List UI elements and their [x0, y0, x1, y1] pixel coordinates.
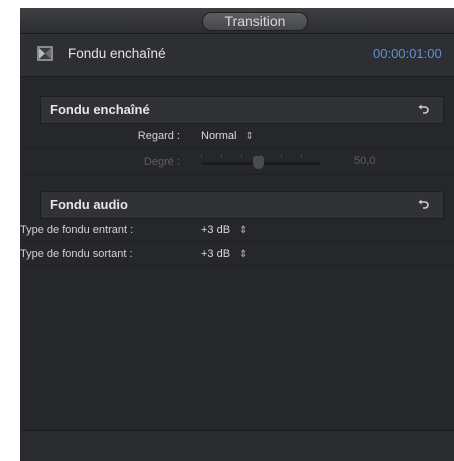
- slider-tick: [301, 155, 302, 158]
- up-down-arrows-icon: ⇕: [239, 249, 248, 260]
- section-header-fondu-audio[interactable]: Fondu audio: [40, 191, 444, 219]
- regard-label: Regard :: [137, 130, 180, 142]
- header-title: Fondu enchaîné: [68, 46, 166, 61]
- reset-arrow-icon[interactable]: [418, 104, 429, 115]
- slider-tick: [221, 155, 222, 158]
- film-icon: [37, 46, 53, 61]
- regard-row: Regard : Normal ⇕: [20, 124, 454, 148]
- degre-value: 50,0: [354, 155, 376, 167]
- slider-tick: [281, 155, 282, 158]
- inspector-header: Fondu enchaîné 00:00:01:00: [20, 34, 454, 77]
- transition-tab[interactable]: Transition: [202, 12, 308, 31]
- up-down-arrows-icon: ⇕: [245, 131, 254, 142]
- slider-knob[interactable]: [253, 156, 264, 169]
- section-header-fondu-enchaine[interactable]: Fondu enchaîné: [40, 96, 444, 124]
- regard-value: Normal: [201, 130, 237, 142]
- inspector-panel: Transition Fondu enchaîné 00:00:01:00 Fo…: [20, 8, 454, 461]
- fade-out-row: Type de fondu sortant : +3 dB ⇕: [20, 242, 454, 266]
- regard-popup[interactable]: Normal ⇕: [201, 130, 254, 142]
- section-title: Fondu audio: [50, 197, 128, 212]
- reset-arrow-icon[interactable]: [418, 199, 429, 210]
- fade-out-popup[interactable]: +3 dB ⇕: [201, 248, 247, 260]
- fade-out-label: Type de fondu sortant :: [20, 248, 133, 260]
- fade-in-row: Type de fondu entrant : +3 dB ⇕: [20, 218, 454, 242]
- fade-in-value: +3 dB: [201, 224, 231, 236]
- degre-label: Degré :: [143, 156, 180, 168]
- slider-tick: [201, 155, 202, 158]
- degre-row: Degré : 50,0: [20, 148, 454, 175]
- degre-slider[interactable]: [201, 155, 320, 169]
- fade-out-value: +3 dB: [201, 248, 231, 260]
- slider-tick: [241, 155, 242, 158]
- section-title: Fondu enchaîné: [50, 102, 150, 117]
- up-down-arrows-icon: ⇕: [239, 225, 248, 236]
- inspector-titlebar: Transition: [20, 8, 454, 34]
- fade-in-label: Type de fondu entrant :: [20, 224, 134, 236]
- inspector-footer: [20, 430, 454, 461]
- fade-in-popup[interactable]: +3 dB ⇕: [201, 224, 247, 236]
- timecode: 00:00:01:00: [373, 46, 442, 61]
